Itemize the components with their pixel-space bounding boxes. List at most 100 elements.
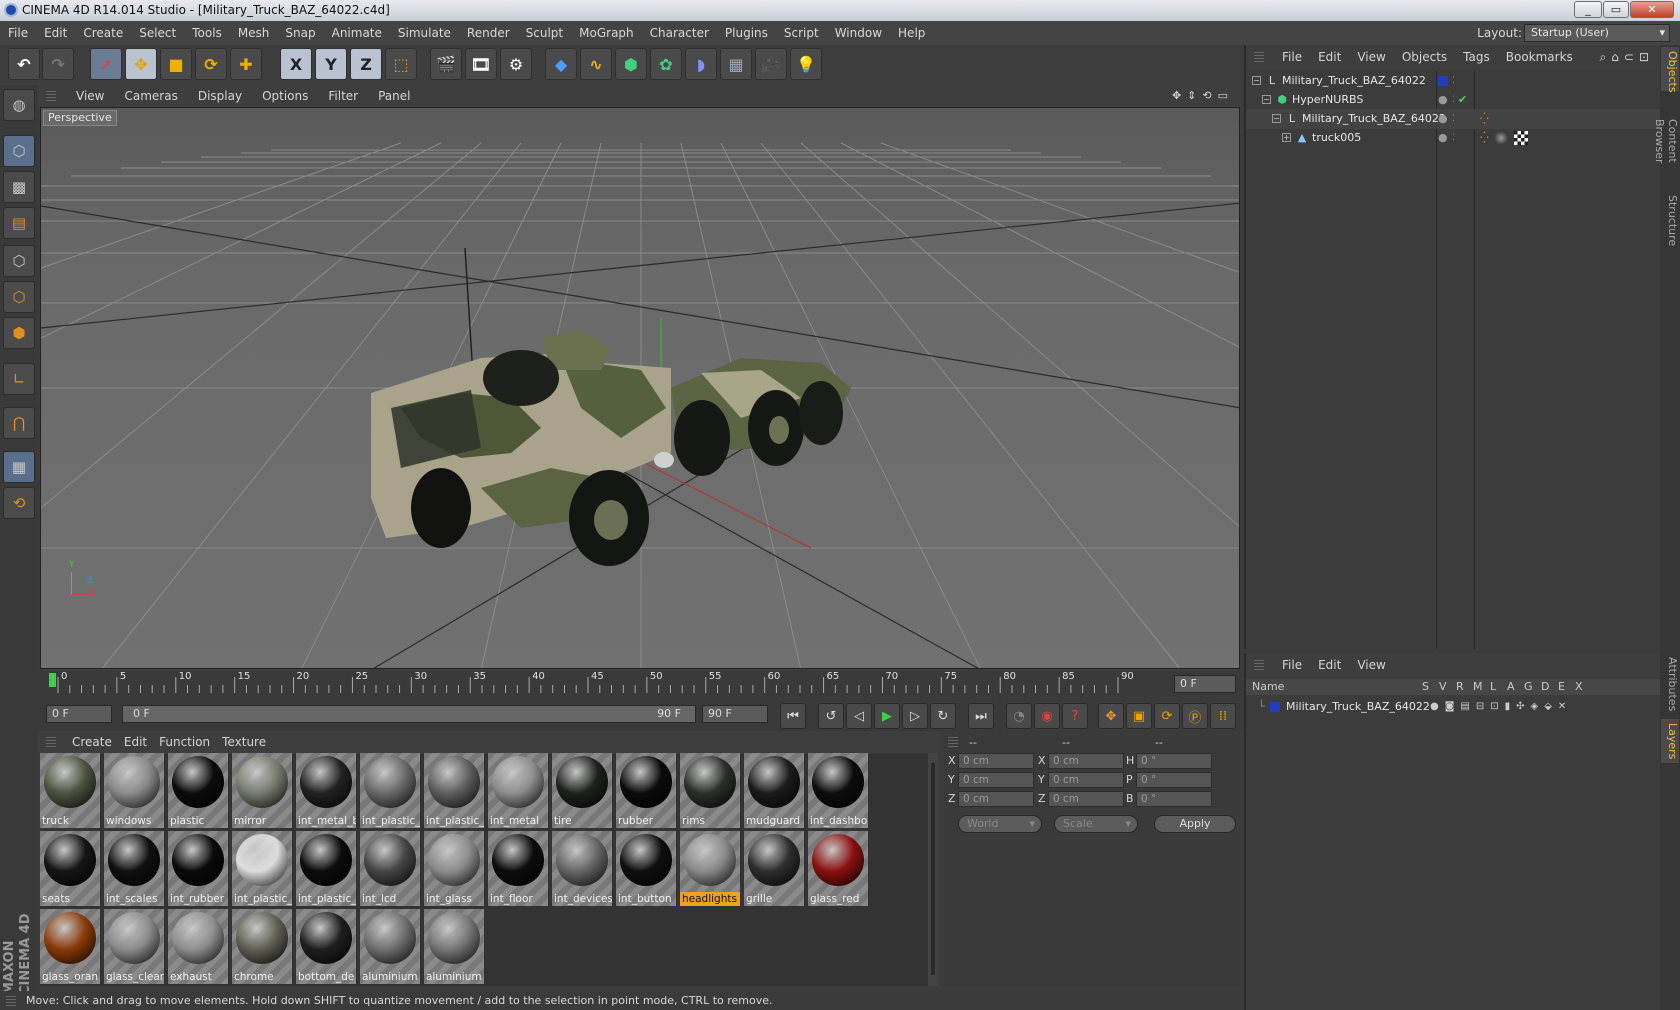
material-thumbnail[interactable]: truck xyxy=(40,753,100,828)
material-thumbnail[interactable]: int_devices xyxy=(552,831,612,906)
menu-file[interactable]: File xyxy=(0,21,36,45)
previous-frame-button[interactable]: ◁ xyxy=(846,703,872,729)
material-thumbnail[interactable]: rubber xyxy=(616,753,676,828)
layer-column-name[interactable]: Name xyxy=(1252,679,1284,695)
recent-tool-button[interactable]: ✚ xyxy=(230,48,262,80)
viewport-menu-panel[interactable]: Panel xyxy=(368,85,420,107)
record-position-button[interactable]: ✥ xyxy=(1098,703,1124,729)
enabled-check-icon[interactable]: ✔ xyxy=(1458,90,1467,110)
panel-grip[interactable] xyxy=(46,737,56,747)
layer-column-a[interactable]: A xyxy=(1507,679,1515,695)
tab-attributes[interactable]: Attributes xyxy=(1661,653,1679,715)
edges-mode-button[interactable]: ⬡ xyxy=(3,281,35,313)
layout-select[interactable]: Startup (User) ▾ xyxy=(1524,24,1670,42)
size-value-field[interactable]: 0 cm xyxy=(1048,772,1124,788)
menu-plugins[interactable]: Plugins xyxy=(717,21,776,45)
cube-button[interactable]: ◆ xyxy=(545,48,577,80)
undo-button[interactable]: ↶ xyxy=(8,48,40,80)
viewport-camera-label[interactable]: Perspective xyxy=(43,110,117,126)
menu-edit[interactable]: Edit xyxy=(36,21,75,45)
move-tool-button[interactable]: ✥ xyxy=(125,48,157,80)
material-thumbnail[interactable]: chrome xyxy=(232,909,292,984)
apply-button[interactable]: Apply xyxy=(1154,815,1236,833)
layers-menu-view[interactable]: View xyxy=(1349,653,1393,677)
menu-window[interactable]: Window xyxy=(827,21,890,45)
material-thumbnail[interactable]: aluminium xyxy=(424,909,484,984)
objects-menu-edit[interactable]: Edit xyxy=(1310,45,1349,69)
layer-row[interactable]: └ Military_Truck_BAZ_64022 ●◙▤⊟⊡▮✣◈⬙✕ xyxy=(1246,697,1662,717)
objects-menu-tags[interactable]: Tags xyxy=(1455,45,1498,69)
layers-menu-file[interactable]: File xyxy=(1274,653,1310,677)
x-axis-button[interactable]: X xyxy=(280,48,312,80)
visibility-dots-icon[interactable]: ⁚ xyxy=(1452,71,1455,91)
menu-character[interactable]: Character xyxy=(642,21,717,45)
visibility-dots-icon[interactable]: ⁚ xyxy=(1452,109,1455,129)
size-value-field[interactable]: 0 cm xyxy=(1048,791,1124,807)
go-to-start-button[interactable]: ⏮ xyxy=(780,703,806,729)
deformer-button[interactable]: ◗ xyxy=(685,48,717,80)
objects-menu-file[interactable]: File xyxy=(1274,45,1310,69)
material-thumbnail[interactable]: grille xyxy=(744,831,804,906)
z-axis-button[interactable]: Z xyxy=(350,48,382,80)
objects-menu-bookmarks[interactable]: Bookmarks xyxy=(1498,45,1581,69)
object-row-hypernurbs[interactable]: − ⬢ HyperNURBS ● ⁚ ✔ xyxy=(1246,90,1662,110)
rotation-value-field[interactable]: 0 ° xyxy=(1136,791,1212,807)
position-value-field[interactable]: 0 cm xyxy=(958,753,1034,769)
material-thumbnail[interactable]: int_button xyxy=(616,831,676,906)
military-truck-model[interactable] xyxy=(371,247,851,566)
tab-layers[interactable]: Layers xyxy=(1661,719,1679,763)
material-thumbnail[interactable]: tire xyxy=(552,753,612,828)
render-picture-viewer-button[interactable]: 🎞 xyxy=(465,48,497,80)
start-frame-field[interactable]: 0 F xyxy=(46,705,112,723)
layer-color-swatch[interactable] xyxy=(1438,76,1448,86)
playhead-marker[interactable] xyxy=(49,673,56,687)
viewport-menu-view[interactable]: View xyxy=(66,85,114,107)
minimize-button[interactable]: _ xyxy=(1574,1,1602,18)
material-scrollbar[interactable] xyxy=(928,753,938,986)
visibility-dots-icon[interactable]: ⁚ xyxy=(1452,128,1455,148)
layer-column-g[interactable]: G xyxy=(1524,679,1533,695)
light-button[interactable]: 💡 xyxy=(790,48,822,80)
rotation-value-field[interactable]: 0 ° xyxy=(1136,753,1212,769)
record-rotation-button[interactable]: ⟳ xyxy=(1154,703,1180,729)
snap-button[interactable]: ⋂ xyxy=(3,407,35,439)
menu-tools[interactable]: Tools xyxy=(184,21,230,45)
objects-menu-view[interactable]: View xyxy=(1349,45,1393,69)
menu-render[interactable]: Render xyxy=(459,21,518,45)
menu-create[interactable]: Create xyxy=(75,21,131,45)
tab-objects[interactable]: Objects xyxy=(1661,47,1679,93)
menu-select[interactable]: Select xyxy=(131,21,184,45)
position-value-field[interactable]: 0 cm xyxy=(958,791,1034,807)
material-thumbnail[interactable]: mirror xyxy=(232,753,292,828)
scale-tool-button[interactable]: ■ xyxy=(160,48,192,80)
live-selection-button[interactable]: ➚ xyxy=(90,48,122,80)
uvw-tag-icon[interactable] xyxy=(1514,131,1528,145)
texture-mode-button[interactable]: ▩ xyxy=(3,171,35,203)
close-button[interactable]: ✕ xyxy=(1630,1,1674,18)
points-mode-button[interactable]: ⬡ xyxy=(3,245,35,277)
material-thumbnail[interactable]: int_metal_b xyxy=(296,753,356,828)
menu-script[interactable]: Script xyxy=(776,21,827,45)
redo-button[interactable]: ↷ xyxy=(42,48,74,80)
render-settings-button[interactable]: ⚙ xyxy=(500,48,532,80)
make-editable-button[interactable]: ◍ xyxy=(3,89,35,121)
material-thumbnail[interactable]: int_plastic_ xyxy=(296,831,356,906)
layer-toggle-icons[interactable]: ●◙▤⊟⊡▮✣◈⬙✕ xyxy=(1430,697,1572,717)
collapse-icon[interactable]: − xyxy=(1272,114,1281,123)
objects-menu-objects[interactable]: Objects xyxy=(1394,45,1455,69)
collapse-icon[interactable]: − xyxy=(1252,76,1261,85)
material-thumbnail[interactable]: aluminium xyxy=(360,909,420,984)
collapse-icon[interactable]: − xyxy=(1262,95,1271,104)
frame-range-slider[interactable]: 0 F 90 F xyxy=(122,705,696,723)
material-thumbnail[interactable]: glass_red xyxy=(808,831,868,906)
material-thumbnail[interactable]: bottom_de xyxy=(296,909,356,984)
current-frame-field[interactable]: 0 F xyxy=(1174,675,1236,693)
record-active-button[interactable]: ◔ xyxy=(1006,703,1032,729)
visibility-dot-icon[interactable]: ● xyxy=(1438,90,1448,110)
material-thumbnail[interactable]: windows xyxy=(104,753,164,828)
viewport-nav-icons[interactable]: ✥⇕⟲▭ xyxy=(1172,85,1234,107)
material-menu-create[interactable]: Create xyxy=(66,731,118,753)
material-thumbnail[interactable]: mudguard xyxy=(744,753,804,828)
tab-content-browser[interactable]: Content Browser xyxy=(1653,95,1679,187)
menu-sculpt[interactable]: Sculpt xyxy=(518,21,571,45)
